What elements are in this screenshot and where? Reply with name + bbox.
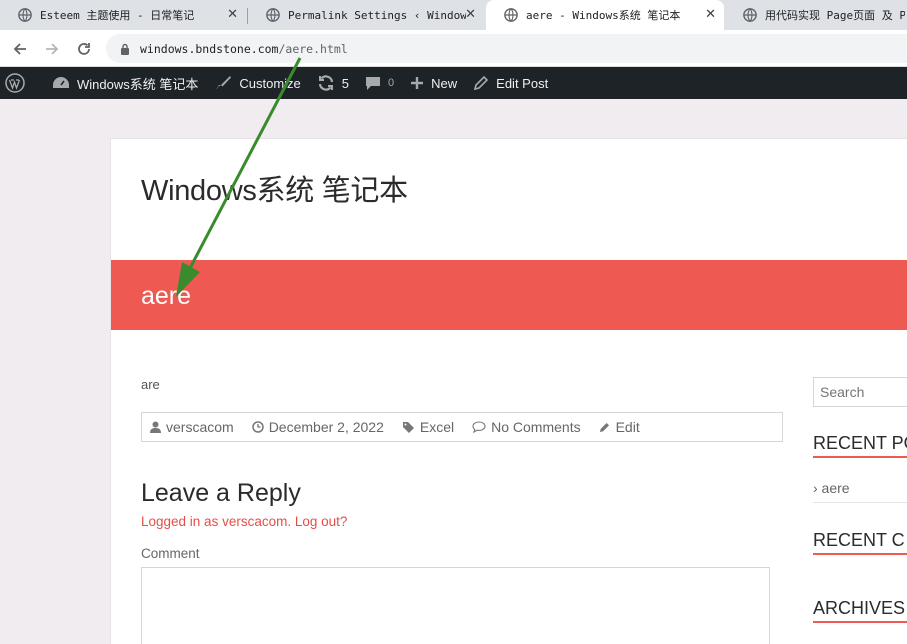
comments-text: No Comments (491, 419, 581, 435)
pencil-icon (474, 75, 489, 91)
dashboard-icon (53, 77, 69, 88)
site-name-menu[interactable]: Windows系统 笔记本 (44, 67, 206, 99)
tab-title: Permalink Settings ‹ Windows系 (288, 9, 466, 22)
post-author[interactable]: verscacom (150, 419, 234, 435)
chat-icon (472, 421, 486, 433)
reload-icon (78, 43, 90, 55)
updates-icon (318, 75, 333, 91)
widget-underline (813, 456, 907, 458)
updates-count: 5 (341, 75, 350, 91)
reload-button[interactable] (73, 38, 95, 60)
post-title-banner: aere (111, 260, 907, 330)
archives-title: ARCHIVES (813, 598, 906, 618)
category-text: Excel (419, 419, 455, 435)
back-button[interactable] (9, 38, 31, 60)
edit-icon (599, 423, 609, 432)
tab-esteem[interactable]: Esteem 主题使用 - 日常笔记 ✕ (0, 0, 246, 30)
post-edit-link[interactable]: Edit (599, 419, 640, 435)
post-title: aere (141, 282, 192, 310)
tab-aere-active[interactable]: aere - Windows系统 笔记本 ✕ (486, 0, 724, 30)
clock-icon (251, 421, 264, 433)
comment-icon (366, 77, 381, 90)
tab-title: Esteem 主题使用 - 日常笔记 (40, 9, 195, 22)
comment-textarea[interactable] (141, 567, 770, 644)
comments-count: 0 (388, 77, 395, 89)
comments-link[interactable]: 0 (357, 67, 402, 99)
forward-button[interactable] (41, 38, 63, 60)
tab-title: 用代码实现 Page页面 及 Pr (765, 9, 905, 22)
edit-post-link[interactable]: Edit Post (465, 67, 556, 99)
user-icon (150, 421, 161, 433)
tab-close-button[interactable]: ✕ (227, 7, 238, 22)
edit-text: Edit (615, 419, 640, 435)
wp-admin-bar: Windows系统 笔记本 Customize 5 0 New Edit Pos… (0, 67, 907, 99)
wp-logo-menu[interactable] (0, 67, 44, 99)
tab-close-button[interactable]: ✕ (705, 7, 716, 22)
site-name-label: Windows系统 笔记本 (77, 76, 199, 92)
site-title[interactable]: Windows系统 笔记本 (141, 167, 408, 209)
url-text: windows.bndstone.com/aere.html (140, 42, 348, 56)
customize-link[interactable]: Customize (206, 67, 308, 99)
tab-close-button[interactable]: ✕ (465, 7, 476, 22)
lock-icon (121, 43, 129, 55)
plus-icon (411, 77, 424, 89)
author-name: verscacom (166, 419, 234, 435)
date-text: December 2, 2022 (268, 419, 384, 435)
tab-page-code[interactable]: 用代码实现 Page页面 及 Pr (725, 0, 907, 30)
post-content-area: are verscacom December 2, 2022 Excel No … (141, 377, 786, 644)
url-path: /aere.html (278, 41, 348, 56)
customize-label: Customize (239, 75, 301, 91)
tab-title: aere - Windows系统 笔记本 (526, 9, 681, 22)
edit-post-label: Edit Post (496, 75, 549, 91)
browser-toolbar: windows.bndstone.com/aere.html (0, 30, 907, 67)
widget-divider (813, 502, 907, 503)
globe-icon (266, 8, 280, 22)
post-category[interactable]: Excel (402, 419, 454, 435)
post-meta-bar: verscacom December 2, 2022 Excel No Comm… (141, 412, 783, 442)
brush-icon (215, 76, 232, 89)
recent-posts-title: RECENT PO (813, 433, 907, 453)
globe-icon (504, 8, 518, 22)
new-label: New (431, 75, 458, 91)
browser-tab-strip: Esteem 主题使用 - 日常笔记 ✕ Permalink Settings … (0, 0, 907, 30)
tab-permalink-settings[interactable]: Permalink Settings ‹ Windows系 ✕ (248, 0, 484, 30)
updates-link[interactable]: 5 (309, 67, 357, 99)
tag-icon (402, 421, 414, 433)
wordpress-icon (5, 73, 25, 93)
post-date[interactable]: December 2, 2022 (251, 419, 384, 435)
recent-post-link[interactable]: › aere (813, 480, 850, 496)
widget-underline (813, 621, 907, 623)
post-body-text: are (141, 377, 160, 392)
widget-underline (813, 553, 907, 555)
globe-icon (743, 8, 757, 22)
forward-icon (46, 43, 59, 55)
sidebar-search-input[interactable] (813, 377, 907, 407)
logged-in-link[interactable]: Logged in as verscacom. Log out? (141, 514, 347, 529)
recent-comments-title: RECENT C (813, 530, 905, 550)
new-content-menu[interactable]: New (402, 67, 465, 99)
address-bar[interactable]: windows.bndstone.com/aere.html (106, 34, 907, 63)
back-icon (13, 43, 26, 55)
reply-title: Leave a Reply (141, 479, 301, 507)
post-comments-link[interactable]: No Comments (472, 419, 581, 435)
globe-icon (18, 8, 32, 22)
url-host: windows.bndstone.com (140, 41, 279, 56)
comment-label: Comment (141, 546, 200, 561)
